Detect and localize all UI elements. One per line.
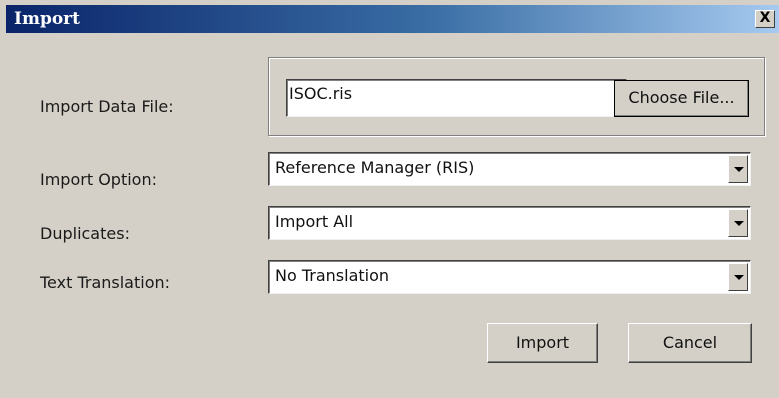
cancel-button[interactable]: Cancel [628, 323, 752, 363]
chevron-down-icon[interactable] [728, 155, 748, 183]
close-icon[interactable]: X [755, 10, 775, 28]
duplicates-select[interactable]: Import All [268, 206, 751, 240]
chevron-down-icon[interactable] [728, 263, 748, 291]
choose-file-button[interactable]: Choose File... [614, 80, 749, 117]
import-option-label: Import Option: [40, 170, 157, 189]
import-option-select[interactable]: Reference Manager (RIS) [268, 152, 751, 186]
text-translation-select[interactable]: No Translation [268, 260, 751, 294]
import-dialog: Import X Import Data File: ISOC.ris Choo… [0, 0, 779, 398]
window-title: Import [14, 9, 80, 29]
import-data-file-label: Import Data File: [40, 97, 174, 116]
text-translation-label: Text Translation: [40, 273, 171, 292]
import-option-value: Reference Manager (RIS) [275, 158, 475, 177]
chevron-down-icon[interactable] [728, 209, 748, 237]
text-translation-value: No Translation [275, 266, 390, 285]
duplicates-value: Import All [275, 212, 354, 231]
title-bar[interactable]: Import [6, 5, 779, 33]
import-file-field[interactable]: ISOC.ris [286, 79, 627, 117]
import-button[interactable]: Import [487, 323, 598, 363]
duplicates-label: Duplicates: [40, 224, 130, 243]
